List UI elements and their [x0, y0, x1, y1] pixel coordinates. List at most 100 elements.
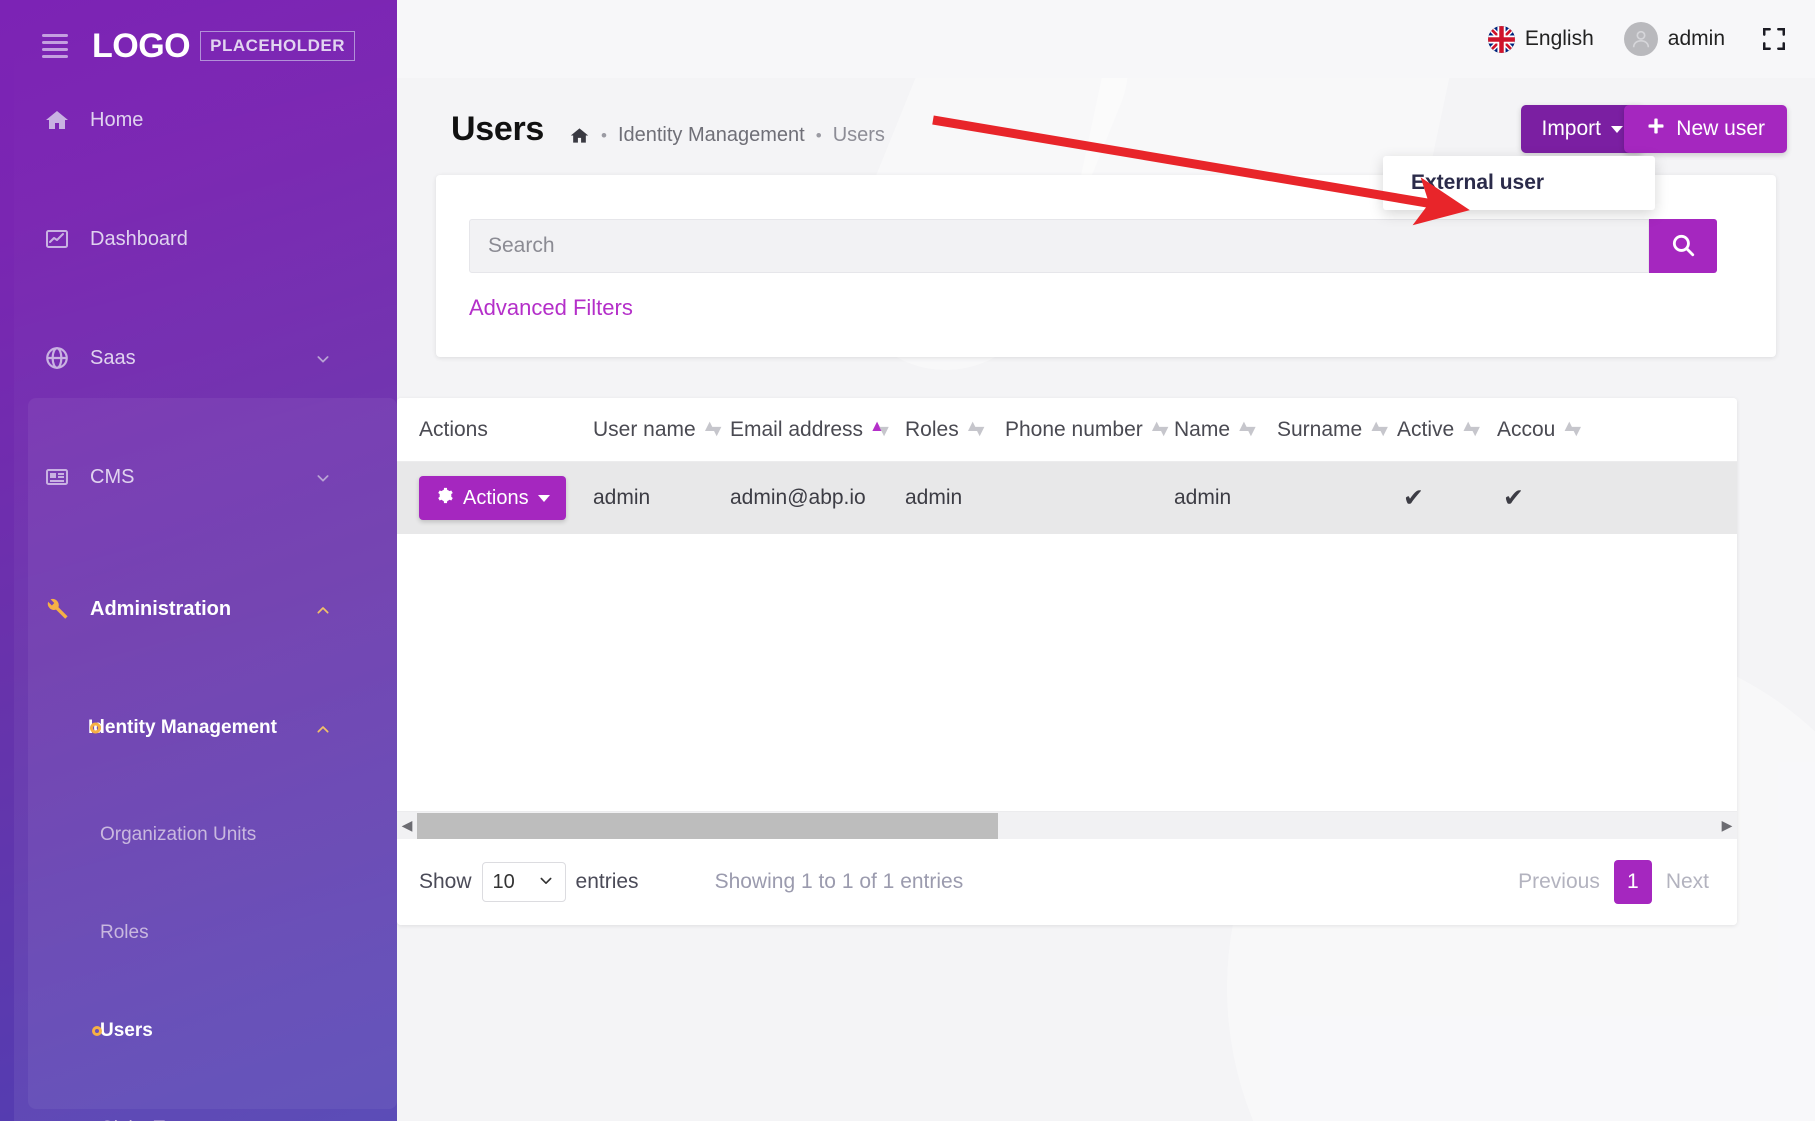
column-label: Name	[1174, 418, 1230, 442]
table-header-actions: Actions	[419, 398, 488, 462]
sort-arrows-icon: ▲▼	[965, 419, 981, 441]
cell-active: ✔	[1403, 462, 1424, 534]
column-label: Active	[1397, 418, 1454, 442]
column-label: Actions	[419, 418, 488, 442]
sidebar-item-administration[interactable]: Administration	[14, 581, 397, 637]
table-header-active[interactable]: Active ▲▼	[1397, 398, 1476, 462]
app-root: LOGO PLACEHOLDER Home	[0, 0, 1815, 1121]
chart-line-icon	[44, 227, 78, 251]
language-switcher[interactable]: English	[1488, 26, 1594, 53]
sidebar-item-cms[interactable]: CMS	[14, 449, 397, 505]
scrollbar-thumb[interactable]	[417, 813, 998, 839]
main-content: Users • Identity Management • Users Impo…	[397, 78, 1815, 1121]
column-label: Roles	[905, 418, 959, 442]
table-row: Actions admin admin@abp.io admin admin ✔…	[397, 462, 1737, 534]
show-label: Show	[419, 870, 472, 894]
newspaper-icon	[44, 465, 78, 489]
hamburger-menu-icon[interactable]	[42, 34, 68, 58]
bullet-dot-icon	[90, 723, 101, 734]
scroll-left-arrow-icon[interactable]: ◀	[397, 817, 417, 834]
home-icon	[44, 108, 78, 132]
advanced-filters-link[interactable]: Advanced Filters	[469, 295, 633, 321]
table-header-row: Actions User name ▲▼ Email address ▲▼ Ro…	[397, 398, 1737, 462]
table-header-account-confirmed[interactable]: Accou ▲▼	[1497, 398, 1577, 462]
chevron-down-icon	[315, 470, 329, 484]
fullscreen-icon[interactable]	[1761, 26, 1787, 52]
top-bar: English admin	[397, 0, 1815, 78]
table-header-phone-number[interactable]: Phone number ▲▼	[1005, 398, 1165, 462]
chevron-up-icon	[315, 721, 329, 735]
uk-flag-icon	[1488, 26, 1515, 53]
sidebar-item-dashboard[interactable]: Dashboard	[14, 211, 397, 267]
gear-icon	[435, 486, 454, 511]
sidebar-item-identity-management[interactable]: Identity Management	[14, 702, 397, 754]
wrench-icon	[44, 597, 78, 622]
search-button[interactable]	[1649, 219, 1717, 273]
sort-arrows-icon: ▲▼	[1149, 419, 1165, 441]
search-input[interactable]	[469, 219, 1649, 273]
cell-account: ✔	[1503, 462, 1524, 534]
user-label: admin	[1668, 27, 1725, 51]
scrollbar-track[interactable]	[417, 813, 1717, 839]
sidebar-item-claim-types[interactable]: Claim Types	[14, 1104, 397, 1121]
sidebar-item-label: Identity Management	[88, 717, 277, 739]
column-label: User name	[593, 418, 696, 442]
cell-roles: admin	[905, 462, 962, 534]
pagination-next[interactable]: Next	[1666, 870, 1709, 894]
sidebar-item-roles[interactable]: Roles	[14, 908, 397, 958]
sidebar-item-home[interactable]: Home	[14, 92, 397, 148]
cell-name: admin	[1174, 462, 1231, 534]
chevron-down-icon	[315, 351, 329, 365]
sort-arrows-icon: ▲▼	[869, 419, 885, 441]
showing-entries-text: Showing 1 to 1 of 1 entries	[715, 870, 964, 894]
sidebar-item-organization-units[interactable]: Organization Units	[14, 810, 397, 860]
sidebar-item-saas[interactable]: Saas	[14, 330, 397, 386]
entries-select-wrapper: 10 25 50 100	[472, 862, 566, 902]
row-actions-label: Actions	[463, 487, 529, 510]
search-icon	[1670, 232, 1696, 261]
pagination: Previous 1 Next	[1518, 860, 1737, 904]
sidebar-item-label: Administration	[90, 598, 231, 621]
sort-arrows-icon: ▲▼	[1236, 419, 1252, 441]
language-label: English	[1525, 27, 1594, 51]
cell-email: admin@abp.io	[730, 462, 866, 534]
logo[interactable]: LOGO PLACEHOLDER	[92, 27, 355, 66]
logo-sub-text: PLACEHOLDER	[210, 36, 345, 55]
pagination-previous[interactable]: Previous	[1518, 870, 1600, 894]
row-actions-button[interactable]: Actions	[419, 476, 566, 520]
sidebar-item-label: Home	[90, 109, 143, 132]
table-header-user-name[interactable]: User name ▲▼	[593, 398, 718, 462]
table-footer: Show 10 25 50 100 ent	[397, 839, 1737, 925]
horizontal-scrollbar[interactable]: ◀ ▶	[397, 811, 1737, 839]
pagination-page-1[interactable]: 1	[1614, 860, 1652, 904]
content-area: Advanced Filters Actions User name ▲▼	[397, 78, 1815, 1121]
chevron-up-icon	[315, 602, 329, 616]
sidebar-item-label: Users	[100, 1020, 153, 1042]
table-header-email-address[interactable]: Email address ▲▼	[730, 398, 885, 462]
sort-arrows-icon: ▲▼	[1460, 419, 1476, 441]
user-menu[interactable]: admin	[1624, 22, 1725, 56]
scroll-right-arrow-icon[interactable]: ▶	[1717, 817, 1737, 834]
import-menu-item-external-user[interactable]: External user	[1383, 171, 1544, 195]
caret-down-icon	[538, 495, 550, 502]
column-label: Phone number	[1005, 418, 1143, 442]
table-header-roles[interactable]: Roles ▲▼	[905, 398, 981, 462]
table-header-surname[interactable]: Surname ▲▼	[1277, 398, 1384, 462]
sidebar-item-users[interactable]: Users	[14, 1006, 397, 1056]
sidebar-brand-bar: LOGO PLACEHOLDER	[14, 0, 397, 92]
sidebar-nav: Home Dashboard Saas	[14, 92, 397, 924]
logo-placeholder-box: PLACEHOLDER	[200, 31, 355, 61]
cell-user-name: admin	[593, 462, 650, 534]
logo-main-text: LOGO	[92, 27, 190, 66]
sort-arrows-icon: ▲▼	[1561, 419, 1577, 441]
column-label: Email address	[730, 418, 863, 442]
entries-select[interactable]: 10 25 50 100	[482, 862, 566, 902]
sort-arrows-icon: ▲▼	[1368, 419, 1384, 441]
sidebar-item-label: Dashboard	[90, 228, 188, 251]
globe-icon	[44, 345, 78, 371]
avatar	[1624, 22, 1658, 56]
sort-arrows-icon: ▲▼	[702, 419, 718, 441]
entries-label: entries	[576, 870, 639, 894]
table-header-name[interactable]: Name ▲▼	[1174, 398, 1252, 462]
sidebar-item-label: CMS	[90, 466, 134, 489]
